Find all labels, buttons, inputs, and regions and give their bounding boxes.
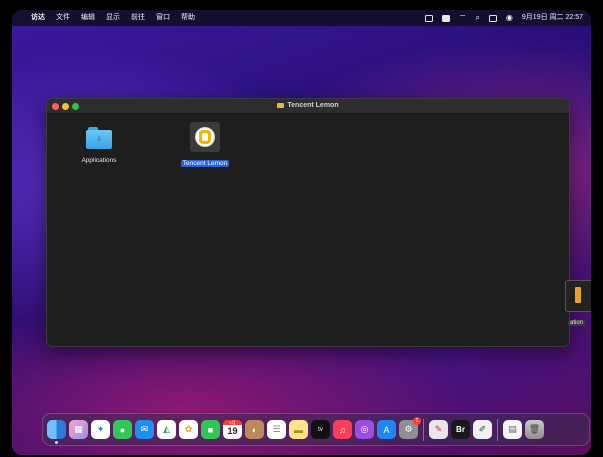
menu-app-name[interactable]: 访达 xyxy=(31,10,45,26)
control-center-icon[interactable] xyxy=(488,14,497,22)
notes-icon[interactable]: ▬ xyxy=(289,420,308,439)
applications-shortcut[interactable]: ⩓ Applications xyxy=(59,127,139,167)
system-preferences-icon[interactable]: ⚙ 1 xyxy=(399,417,421,439)
menu-view[interactable]: 显示 xyxy=(106,10,120,26)
mail-icon[interactable]: ✉ xyxy=(135,420,154,439)
document-icon[interactable]: ▤ xyxy=(503,420,522,439)
menubar-clock[interactable]: 9月19日 周二 22:57 xyxy=(522,10,583,26)
podcasts-icon[interactable]: ◎ xyxy=(355,420,374,439)
reminders-icon[interactable]: ☰ xyxy=(267,420,286,439)
desktop-partial-label: ation xyxy=(568,320,586,326)
safari-icon[interactable]: ✦ xyxy=(91,420,110,439)
desktop-partial-icon[interactable] xyxy=(565,280,591,312)
menu-edit[interactable]: 编辑 xyxy=(81,10,95,26)
dock-separator-2 xyxy=(497,418,498,441)
tencent-lemon-app-icon xyxy=(190,122,220,152)
tencent-lemon-label: Tencent Lemon xyxy=(180,160,230,167)
finder-window: Tencent Lemon ⩓ Applications Tencent Lem… xyxy=(46,98,570,347)
disk-icon xyxy=(277,102,285,108)
dock: ▦ ✦ ● ✉ ◭ ✿ ■ 9月 19 ◐ ☰ ▬ tv ♫ ◎ A ⚙ 1 ✎ … xyxy=(42,413,590,446)
menu-file[interactable]: 文件 xyxy=(56,10,70,26)
maps-icon[interactable]: ◭ xyxy=(157,420,176,439)
window-titlebar[interactable]: Tencent Lemon xyxy=(47,99,569,114)
bridge-icon[interactable]: Br xyxy=(451,420,470,439)
menu-window[interactable]: 窗口 xyxy=(156,10,170,26)
menu-help[interactable]: 帮助 xyxy=(181,10,195,26)
music-icon[interactable]: ♫ xyxy=(333,420,352,439)
desktop: 访达 文件 编辑 显示 前往 窗口 帮助 ⌔ ⌕ ◉ 9月19日 周二 22:5… xyxy=(12,10,591,455)
applications-folder-icon: ⩓ xyxy=(86,127,112,149)
grapher-icon[interactable]: ✎ xyxy=(429,420,448,439)
photos-icon[interactable]: ✿ xyxy=(179,420,198,439)
launchpad-icon[interactable]: ▦ xyxy=(69,420,88,439)
apple-tv-icon[interactable]: tv xyxy=(311,420,330,439)
siri-icon[interactable]: ◉ xyxy=(506,10,513,26)
contacts-icon[interactable]: ◐ xyxy=(245,420,264,439)
finder-icon[interactable] xyxy=(47,420,66,444)
tencent-lemon-app[interactable]: Tencent Lemon xyxy=(165,122,245,170)
window-title: Tencent Lemon xyxy=(47,99,569,113)
input-method-icon[interactable] xyxy=(441,14,450,22)
menu-go[interactable]: 前往 xyxy=(131,10,145,26)
calendar-icon[interactable]: 9月 19 xyxy=(223,420,242,439)
applications-label: Applications xyxy=(81,157,117,164)
facetime-icon[interactable]: ■ xyxy=(201,420,220,439)
script-editor-icon[interactable]: ✐ xyxy=(473,420,492,439)
search-icon[interactable]: ⌕ xyxy=(475,10,479,26)
app-store-icon[interactable]: A xyxy=(377,420,396,439)
wifi-icon[interactable]: ⌔ xyxy=(459,10,467,26)
messages-icon[interactable]: ● xyxy=(113,420,132,439)
screen-mirroring-icon[interactable] xyxy=(424,14,433,22)
dock-separator xyxy=(423,418,424,441)
trash-icon[interactable]: 🗑 xyxy=(525,420,544,439)
menu-bar: 访达 文件 编辑 显示 前往 窗口 帮助 ⌔ ⌕ ◉ 9月19日 周二 22:5… xyxy=(12,10,591,26)
